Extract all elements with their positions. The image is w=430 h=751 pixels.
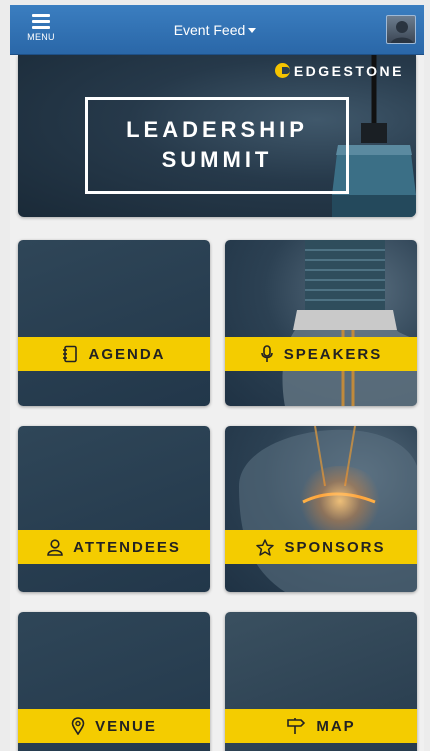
attendees-label: ATTENDEES <box>73 538 181 556</box>
venue-label: VENUE <box>95 717 157 735</box>
venue-band: VENUE <box>18 709 210 743</box>
event-home-grid: EDGESTONE LEADERSHIP SUMMIT AGENDA SPEAK… <box>10 55 424 751</box>
agenda-tile[interactable]: AGENDA <box>18 240 210 406</box>
event-banner: EDGESTONE LEADERSHIP SUMMIT <box>18 55 416 217</box>
menu-label: MENU <box>27 32 55 42</box>
map-tile[interactable]: MAP <box>225 612 417 751</box>
agenda-band: AGENDA <box>18 337 210 371</box>
edgestone-logo-icon <box>274 63 290 78</box>
event-feed-dropdown[interactable]: Event Feed <box>165 22 265 38</box>
hamburger-icon <box>32 14 50 29</box>
speakers-label: SPEAKERS <box>283 345 383 363</box>
brand-logo: EDGESTONE <box>274 63 404 79</box>
filament-glow <box>295 466 385 536</box>
top-navigation-bar: MENU Event Feed <box>10 5 424 55</box>
venue-tile[interactable]: VENUE <box>18 612 210 751</box>
brand-name: EDGESTONE <box>293 63 404 79</box>
map-label: MAP <box>316 717 356 735</box>
attendees-tile[interactable]: ATTENDEES <box>18 426 210 592</box>
sponsors-label: SPONSORS <box>284 538 386 556</box>
speakers-band: SPEAKERS <box>225 337 417 371</box>
agenda-label: AGENDA <box>88 345 166 363</box>
star-icon <box>256 538 275 556</box>
sponsors-tile[interactable]: SPONSORS <box>225 426 417 592</box>
caret-down-icon <box>248 27 257 33</box>
notebook-icon <box>63 345 78 363</box>
user-avatar[interactable] <box>386 15 416 44</box>
menu-button[interactable]: MENU <box>24 12 58 52</box>
speakers-tile[interactable]: SPEAKERS <box>225 240 417 406</box>
event-title-line1: LEADERSHIP <box>126 117 308 142</box>
attendees-band: ATTENDEES <box>18 530 210 564</box>
sponsors-band: SPONSORS <box>225 530 417 564</box>
event-title: LEADERSHIP SUMMIT <box>85 97 349 194</box>
map-band: MAP <box>225 709 417 743</box>
user-silhouette-icon <box>390 21 414 43</box>
bulb-top-illustration <box>282 240 417 406</box>
map-pin-icon <box>71 717 85 735</box>
microphone-icon <box>260 345 273 362</box>
signpost-icon <box>287 718 306 734</box>
event-title-line2: SUMMIT <box>161 147 273 172</box>
page-title: Event Feed <box>173 22 246 38</box>
person-icon <box>47 538 63 556</box>
